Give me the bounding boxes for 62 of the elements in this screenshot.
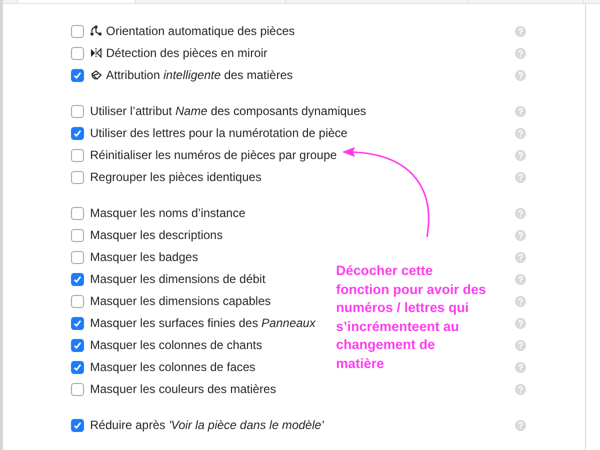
help-icon[interactable] xyxy=(515,384,526,394)
checkbox[interactable] xyxy=(71,294,84,308)
checkbox[interactable] xyxy=(71,24,84,38)
option-label: Masquer les badges xyxy=(90,249,198,266)
checkbox[interactable] xyxy=(71,250,84,264)
help-icon[interactable] xyxy=(515,150,526,160)
checkbox[interactable] xyxy=(71,316,84,330)
option-label: Utiliser des lettres pour la numérotation de pièce xyxy=(90,125,348,142)
help-icon[interactable] xyxy=(515,70,526,80)
checkbox[interactable] xyxy=(71,170,84,184)
checkbox[interactable] xyxy=(71,228,84,242)
checkbox[interactable] xyxy=(71,338,84,352)
help-icon[interactable] xyxy=(515,172,526,182)
help-icon[interactable] xyxy=(515,128,526,138)
checkbox[interactable] xyxy=(71,360,84,374)
option-label: Détection des pièces en miroir xyxy=(106,45,268,62)
option-label: Orientation automatique des pièces xyxy=(106,23,295,40)
option-label: Masquer les colonnes de faces xyxy=(90,359,256,376)
help-icon[interactable] xyxy=(515,106,526,116)
option-label: Masquer les dimensions de débit xyxy=(90,271,266,288)
help-icon[interactable] xyxy=(515,362,526,372)
option-label: Masquer les colonnes de chants xyxy=(90,337,262,354)
option-label: Masquer les surfaces finies des Panneaux xyxy=(90,315,316,332)
option-label: Attribution intelligente des matières xyxy=(106,67,293,84)
option-label: Masquer les descriptions xyxy=(90,227,223,244)
help-icon[interactable] xyxy=(515,252,526,262)
option-label: Masquer les dimensions capables xyxy=(90,293,271,310)
checkmark-icon xyxy=(73,420,82,430)
help-icon[interactable] xyxy=(515,274,526,284)
checkbox[interactable] xyxy=(71,382,84,396)
help-icon[interactable] xyxy=(515,48,526,58)
mirror-icon xyxy=(90,47,102,59)
checkbox[interactable] xyxy=(71,46,84,60)
checkbox[interactable] xyxy=(71,418,84,432)
help-icon[interactable] xyxy=(515,26,526,36)
help-icon[interactable] xyxy=(515,208,526,218)
checkmark-icon xyxy=(73,128,82,138)
option-label: Masquer les noms d’instance xyxy=(90,205,246,222)
option-label: Réduire après 'Voir la pièce dans le modèle' xyxy=(90,417,324,434)
annotation-text: Décocher cette fonction pour avoir des numéros / lettres qui s’incrémenteent au changement de matière xyxy=(336,262,486,372)
checkmark-icon xyxy=(73,274,82,284)
checkbox[interactable] xyxy=(71,104,84,118)
checkbox[interactable] xyxy=(71,272,84,286)
option-label: Masquer les couleurs des matières xyxy=(90,381,276,398)
option-label: Regrouper les pièces identiques xyxy=(90,169,262,186)
checkbox[interactable] xyxy=(71,206,84,220)
help-icon[interactable] xyxy=(515,318,526,328)
option-label: Utiliser l’attribut Name des composants dynamiques xyxy=(90,103,366,120)
checkbox[interactable] xyxy=(71,68,84,82)
rotate-axes-icon xyxy=(90,25,102,37)
checkbox[interactable] xyxy=(71,148,84,162)
checkmark-icon xyxy=(73,70,82,80)
help-icon[interactable] xyxy=(515,340,526,350)
option-label: Réinitialiser les numéros de pièces par groupe xyxy=(90,147,337,164)
checkmark-icon xyxy=(73,362,82,372)
checkmark-icon xyxy=(73,340,82,350)
paint-bucket-icon xyxy=(90,69,102,81)
checkmark-icon xyxy=(73,318,82,328)
help-icon[interactable] xyxy=(515,296,526,306)
help-icon[interactable] xyxy=(515,230,526,240)
help-icon[interactable] xyxy=(515,420,526,430)
checkbox[interactable] xyxy=(71,126,84,140)
